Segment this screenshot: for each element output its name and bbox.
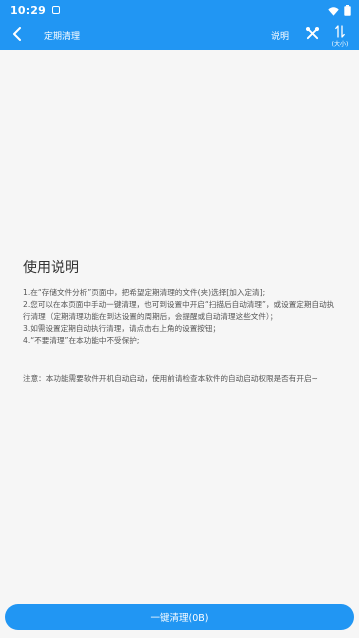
sort-arrows-icon — [335, 23, 345, 42]
main-content: 使用说明 1.在“存储文件分析”页面中，把希望定期清理的文件(夹)选择[加入定清… — [0, 50, 359, 638]
tools-icon — [305, 26, 320, 45]
sort-by-size-button[interactable]: (大小) — [325, 20, 355, 50]
status-icons — [328, 1, 351, 20]
help-note: 注意：本功能需要软件开机自动启动，使用前请检查本软件的自动启动权限是否有开启~ — [23, 374, 318, 383]
status-bar: 10:29 — [0, 0, 359, 20]
notification-icon — [52, 6, 61, 14]
wifi-icon — [328, 1, 339, 20]
help-button[interactable]: 说明 — [261, 29, 299, 42]
app-bar-actions: 说明 (大小) — [261, 20, 359, 50]
help-item: 3.如需设置定期自动执行清理，请点击右上角的设置按钮； — [23, 324, 221, 333]
settings-button[interactable] — [299, 20, 325, 50]
back-button[interactable] — [0, 20, 34, 50]
help-list: 1.在“存储文件分析”页面中，把希望定期清理的文件(夹)选择[加入定清]; 2.… — [23, 287, 337, 347]
battery-icon — [344, 1, 351, 20]
help-item: 2.您可以在本页面中手动一键清理，也可到设置中开启“扫描后自动清理”，或设置定期… — [23, 300, 335, 321]
status-time: 10:29 — [10, 3, 47, 17]
one-click-clean-button[interactable]: 一键清理(0B) — [5, 604, 354, 630]
help-item: 4.“不要清理”在本功能中不受保护; — [23, 336, 140, 345]
app-bar: 定期清理 说明 (大小) — [0, 20, 359, 50]
help-item: 1.在“存储文件分析”页面中，把希望定期清理的文件(夹)选择[加入定清]; — [23, 288, 266, 297]
sort-by-size-label: (大小) — [331, 40, 349, 48]
back-arrow-icon — [12, 26, 22, 45]
page-title: 定期清理 — [44, 31, 81, 42]
help-title: 使用说明 — [23, 260, 79, 276]
screen: 10:29 定期清理 说明 (大小) 使用说明 1.在“存储文件分析”页面中，把… — [0, 0, 359, 638]
